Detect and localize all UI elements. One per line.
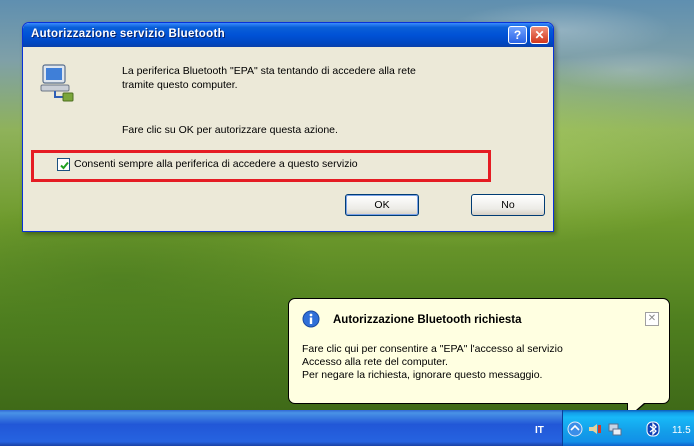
volume-tray-icon[interactable] [587, 421, 603, 437]
balloon-line-1: Fare clic qui per consentire a "EPA" l'a… [302, 343, 563, 355]
language-indicator[interactable]: IT [535, 425, 544, 436]
balloon-line-3: Per negare la richiesta, ignorare questo… [302, 369, 543, 381]
balloon-close-button[interactable]: ✕ [645, 312, 659, 326]
checkbox-highlight-box [31, 150, 491, 182]
dialog-title-bar[interactable]: Autorizzazione servizio Bluetooth ? ✕ [23, 23, 553, 47]
network-tray-icon[interactable] [567, 421, 583, 437]
connection-tray-icon[interactable] [607, 421, 623, 437]
close-button[interactable]: ✕ [530, 26, 549, 44]
dialog-message-line-1: La periferica Bluetooth "EPA" sta tentan… [122, 65, 416, 77]
clock[interactable]: 11.5 [672, 425, 691, 436]
ok-button[interactable]: OK [345, 194, 419, 216]
balloon-title: Autorizzazione Bluetooth richiesta [333, 314, 522, 326]
network-computer-icon [40, 64, 74, 102]
dialog-instruction: Fare clic su OK per autorizzare questa a… [122, 124, 338, 136]
dialog-title: Autorizzazione servizio Bluetooth [31, 28, 225, 40]
no-button[interactable]: No [471, 194, 545, 216]
dialog-message-line-2: tramite questo computer. [122, 79, 238, 91]
bluetooth-authorization-dialog: Autorizzazione servizio Bluetooth ? ✕ La… [22, 22, 554, 232]
balloon-line-2: Accesso alla rete del computer. [302, 356, 448, 368]
help-button[interactable]: ? [508, 26, 527, 44]
bluetooth-tray-icon[interactable] [645, 421, 661, 437]
info-icon [302, 310, 320, 328]
